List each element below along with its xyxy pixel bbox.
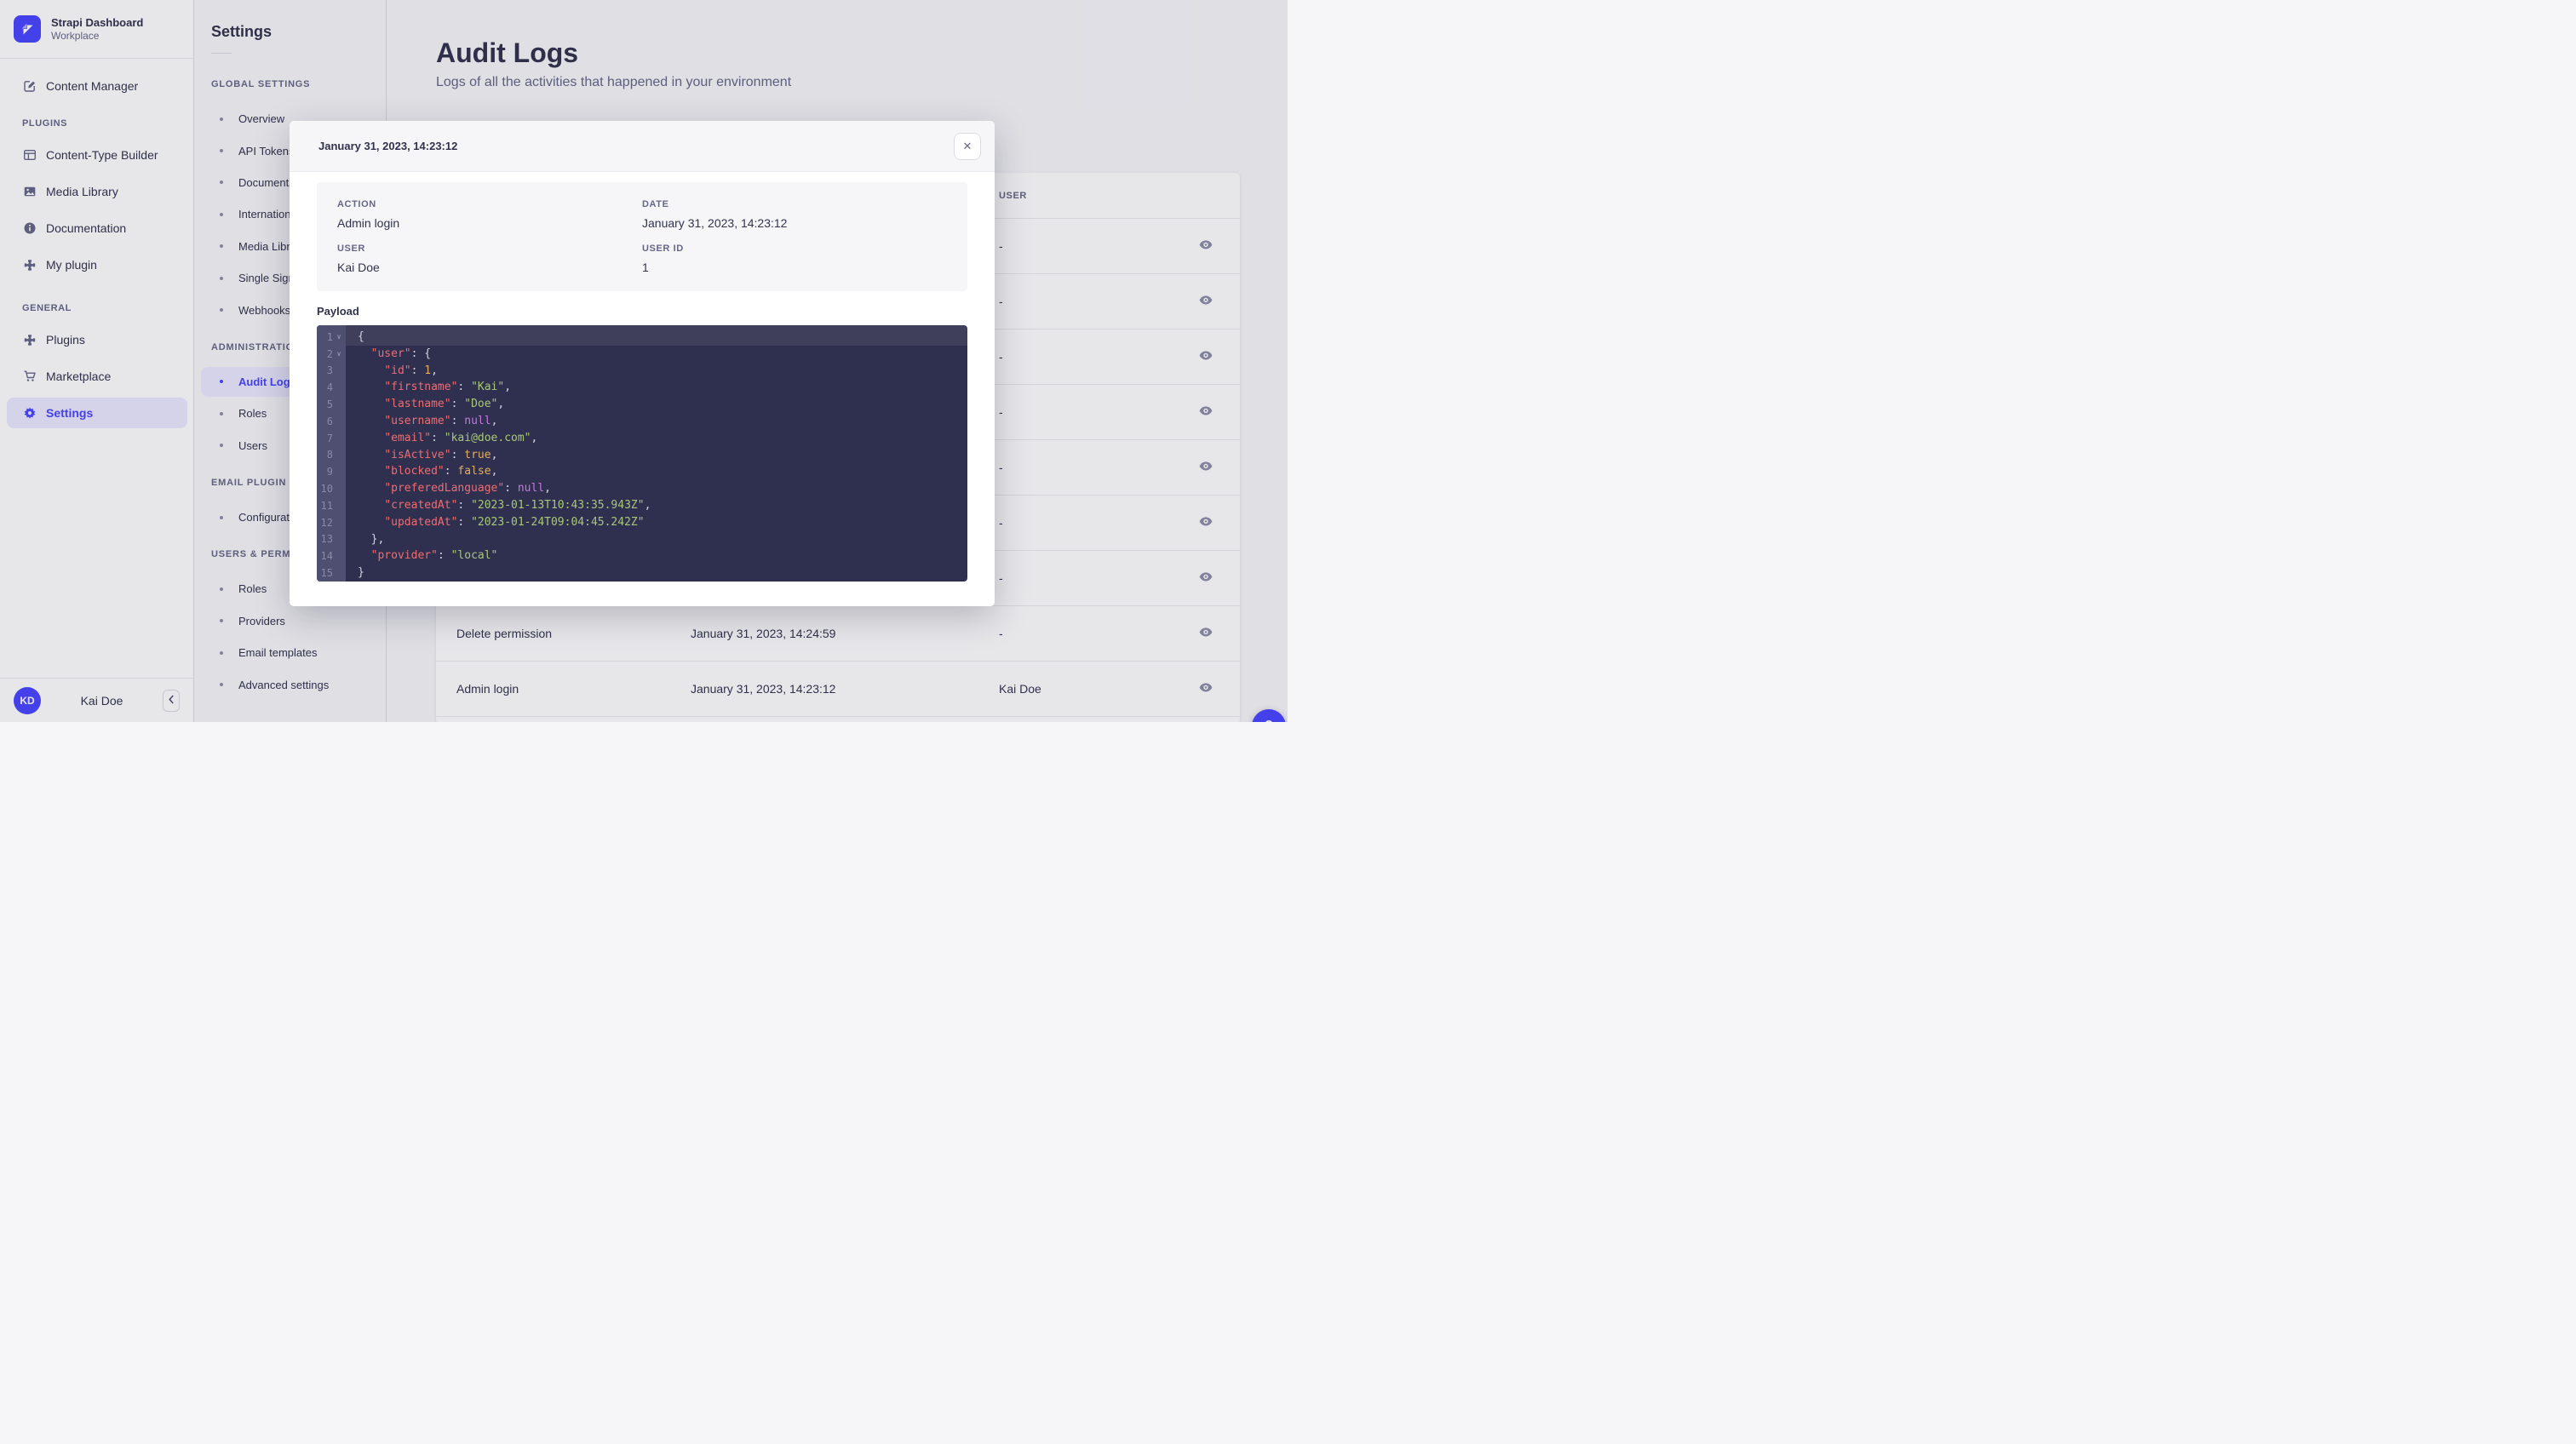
code-line: } [358, 564, 967, 582]
code-line: "blocked": false, [358, 463, 967, 480]
detail-field: DATE January 31, 2023, 14:23:12 [642, 199, 947, 230]
line-number: 3 [317, 364, 333, 376]
close-modal-button[interactable]: ✕ [954, 133, 981, 160]
gutter-row: 12 [317, 514, 346, 531]
gutter-row: 13 [317, 531, 346, 548]
gutter-row: 4 [317, 379, 346, 396]
detail-field: ACTION Admin login [337, 199, 642, 230]
code-line: "firstname": "Kai", [358, 379, 967, 396]
line-number: 10 [317, 483, 333, 495]
gutter-row: 1∨ [317, 329, 346, 346]
detail-value: January 31, 2023, 14:23:12 [642, 216, 947, 230]
line-number: 11 [317, 500, 333, 512]
editor-code: { "user": { "id": 1, "firstname": "Kai",… [346, 325, 967, 582]
line-number: 1 [317, 331, 333, 343]
line-number: 7 [317, 433, 333, 444]
line-number: 8 [317, 449, 333, 461]
code-line: "lastname": "Doe", [358, 396, 967, 413]
payload-code-editor[interactable]: 1∨2∨3456789101112131415 { "user": { "id"… [317, 325, 967, 582]
line-number: 15 [317, 567, 333, 579]
detail-field: USER ID 1 [642, 244, 947, 274]
detail-label: USER ID [642, 244, 947, 254]
gutter-row: 5 [317, 396, 346, 413]
code-line: "updatedAt": "2023-01-24T09:04:45.242Z" [358, 514, 967, 531]
line-number: 13 [317, 533, 333, 545]
audit-log-details-modal: January 31, 2023, 14:23:12 ✕ ACTION Admin… [290, 121, 995, 606]
close-icon: ✕ [963, 140, 972, 152]
gutter-row: 9 [317, 463, 346, 480]
modal-title: January 31, 2023, 14:23:12 [318, 140, 954, 152]
fold-chevron-icon[interactable]: ∨ [333, 333, 345, 341]
modal-header: January 31, 2023, 14:23:12 ✕ [290, 121, 995, 172]
code-line: "user": { [358, 346, 967, 363]
code-line: "username": null, [358, 413, 967, 430]
code-line: "createdAt": "2023-01-13T10:43:35.943Z", [358, 497, 967, 514]
code-line: "email": "kai@doe.com", [358, 430, 967, 447]
gutter-row: 10 [317, 480, 346, 497]
line-number: 12 [317, 517, 333, 529]
detail-field: USER Kai Doe [337, 244, 642, 274]
line-number: 14 [317, 550, 333, 562]
detail-value: Kai Doe [337, 261, 642, 274]
line-number: 2 [317, 348, 333, 360]
detail-label: USER [337, 244, 642, 254]
log-details-card: ACTION Admin loginDATE January 31, 2023, 1… [317, 182, 967, 291]
code-line: "provider": "local" [358, 547, 967, 564]
detail-label: DATE [642, 199, 947, 209]
gutter-row: 11 [317, 497, 346, 514]
gutter-row: 7 [317, 430, 346, 447]
gutter-row: 8 [317, 447, 346, 464]
code-line: "id": 1, [358, 363, 967, 380]
line-number: 5 [317, 398, 333, 410]
line-number: 6 [317, 415, 333, 427]
detail-value: Admin login [337, 216, 642, 230]
editor-gutter: 1∨2∨3456789101112131415 [317, 325, 346, 582]
strapi-app: Strapi Dashboard Workplace Content Manag… [0, 0, 1288, 722]
code-line: "isActive": true, [358, 447, 967, 464]
modal-body: ACTION Admin loginDATE January 31, 2023, 1… [290, 172, 995, 582]
code-line: }, [358, 531, 967, 548]
gutter-row: 2∨ [317, 346, 346, 363]
gutter-row: 14 [317, 547, 346, 564]
detail-label: ACTION [337, 199, 642, 209]
fold-chevron-icon[interactable]: ∨ [333, 350, 345, 358]
gutter-row: 6 [317, 413, 346, 430]
gutter-row: 15 [317, 564, 346, 582]
code-line: { [358, 329, 967, 346]
line-number: 4 [317, 381, 333, 393]
line-number: 9 [317, 466, 333, 478]
gutter-row: 3 [317, 363, 346, 380]
code-line: "preferedLanguage": null, [358, 480, 967, 497]
payload-label: Payload [317, 305, 967, 318]
detail-value: 1 [642, 261, 947, 274]
